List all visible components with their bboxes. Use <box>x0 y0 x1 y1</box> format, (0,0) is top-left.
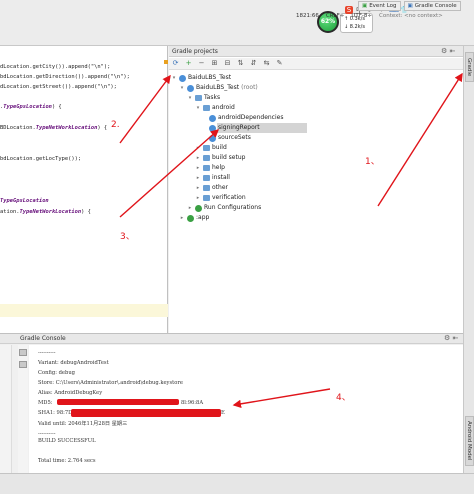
annotation-label-3: 3、 <box>120 232 135 242</box>
annotation-arrows <box>119 72 463 408</box>
annotation-arrow-4 <box>232 388 331 408</box>
annotation-label-2: 2. <box>111 120 120 130</box>
annotation-label-4: 4、 <box>336 393 351 403</box>
annotation-label-1: 1、 <box>365 157 380 167</box>
annotation-arrow-1 <box>377 72 463 207</box>
ide-window: 62% ↑ 0.3k/s ↓ 8.2k/s S 中 ☾ °, ⌨ 👕 ⁘ dLo… <box>0 0 474 494</box>
annotation-arrow-2 <box>119 74 171 144</box>
annotation-arrow-3 <box>119 129 220 218</box>
